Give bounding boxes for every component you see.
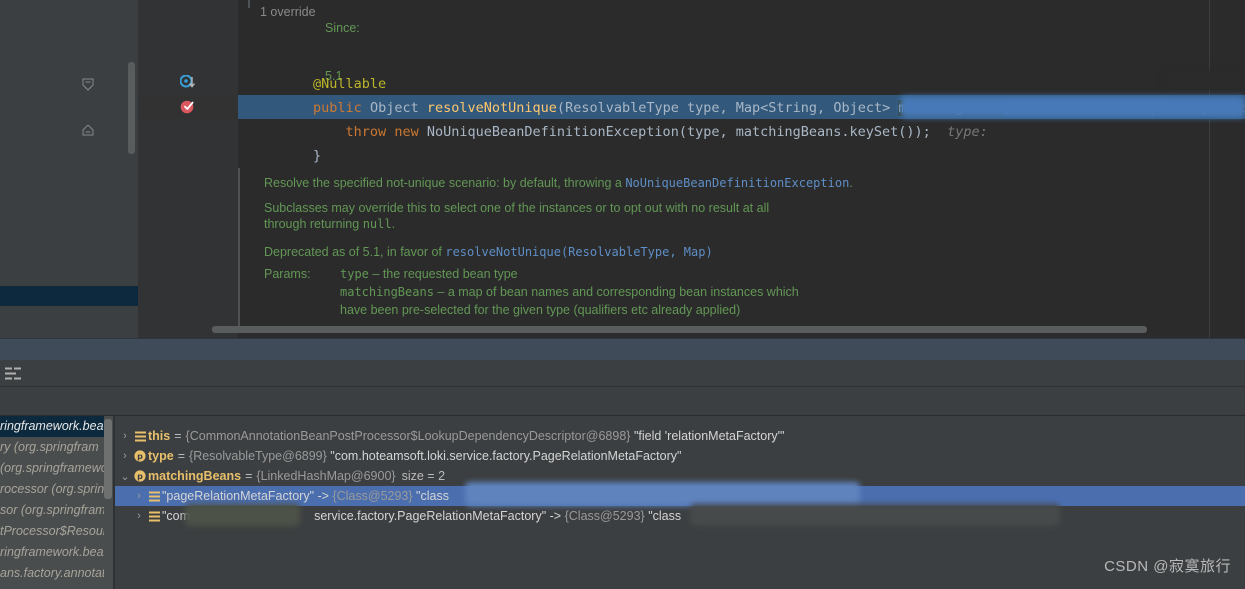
- popup-right-edge: [113, 416, 115, 589]
- class-chooser-popup[interactable]: ringframework.bea ry (org.springfram (or…: [0, 416, 115, 589]
- map-entry-icon: [146, 491, 162, 502]
- popup-scrollbar[interactable]: [104, 419, 112, 499]
- map-entry-key-suffix: service.factory.PageRelationMetaFactory": [314, 509, 546, 523]
- javadoc-p2-line1: Subclasses may override this to select o…: [264, 201, 769, 215]
- map-entry-ref: {Class@5293}: [332, 489, 412, 503]
- variable-value: "com.hoteamsoft.loki.service.factory.Pag…: [330, 449, 681, 463]
- map-entry-icon: [146, 511, 162, 522]
- tree-expander-icon[interactable]: ›: [118, 430, 132, 442]
- javadoc-deprecated-text: Deprecated as of 5.1, in favor of: [264, 245, 445, 259]
- list-item[interactable]: tProcessor$Resour: [0, 521, 104, 542]
- implementing-method-icon[interactable]: [180, 75, 198, 96]
- code-exception-args: (type, matchingBeans.keySet());: [679, 124, 931, 140]
- redaction-blur-code-219: [1163, 70, 1245, 90]
- variable-equals: =: [245, 469, 252, 483]
- redaction-blur-var-row-3: [465, 482, 860, 506]
- variable-value: "field 'relationMetaFactory'": [634, 429, 785, 443]
- parameter-icon: p: [132, 450, 148, 462]
- javadoc-p1-text: Resolve the specified not-unique scenari…: [264, 176, 625, 190]
- javadoc-deprecated-link[interactable]: resolveNotUnique(ResolvableType, Map): [445, 245, 712, 259]
- map-entry-value: "class: [648, 509, 681, 523]
- javadoc-tooltip[interactable]: Resolve the specified not-unique scenari…: [238, 168, 1163, 326]
- debugger-splitter-bar[interactable]: [0, 338, 1245, 360]
- list-item[interactable]: rocessor (org.sprin: [0, 479, 104, 500]
- map-entry-arrow: ->: [550, 509, 561, 523]
- override-gutter-label[interactable]: 1 override: [260, 0, 316, 24]
- list-item[interactable]: ringframework.bean: [0, 542, 104, 563]
- javadoc-param-0-desc: the requested bean type: [383, 267, 518, 281]
- code-keyword-throw: throw: [346, 124, 387, 140]
- editor-left-pane-selection: [0, 286, 138, 306]
- list-item[interactable]: sor (org.springfram: [0, 500, 104, 521]
- javadoc-param-1-desc-cont: have been pre-selected for the given typ…: [340, 303, 740, 317]
- code-keyword-new: new: [394, 124, 418, 140]
- ide-window: 218 219 220 221 222: [0, 0, 1245, 589]
- map-entry-ref: {Class@5293}: [565, 509, 645, 523]
- variable-name: matchingBeans: [148, 469, 241, 483]
- tree-expander-icon[interactable]: ›: [132, 510, 146, 522]
- redaction-blur-code-220: [900, 96, 1245, 118]
- javadoc-p1-link[interactable]: NoUniqueBeanDefinitionException: [625, 176, 849, 190]
- table-row[interactable]: › p type = {ResolvableType@6899} "com.ho…: [0, 446, 1245, 466]
- list-item[interactable]: ringframework.bea: [0, 416, 104, 437]
- javadoc-since-label: Since:: [325, 21, 360, 35]
- javadoc-param-1-name: matchingBeans: [340, 285, 434, 299]
- code-exception-class: NoUniqueBeanDefinitionException: [427, 124, 679, 140]
- variable-ref: {LinkedHashMap@6900}: [256, 469, 395, 483]
- editor-left-scrollbar[interactable]: [128, 62, 135, 154]
- debugger-variables-pane[interactable]: › this = {CommonAnnotationBeanPostProces…: [0, 416, 1245, 589]
- variable-size: size = 2: [402, 469, 445, 483]
- list-item[interactable]: (org.springframewo: [0, 458, 104, 479]
- map-entry-key: "pageRelationMetaFactory": [162, 489, 314, 503]
- javadoc-p2-code-null: null: [363, 217, 392, 231]
- code-brace-close: }: [313, 148, 321, 164]
- javadoc-left-rule: [248, 0, 250, 8]
- fold-marker-expanded-top-icon[interactable]: [82, 78, 93, 89]
- field-icon: [132, 431, 148, 442]
- csdn-watermark: CSDN @寂寞旅行: [1104, 555, 1231, 576]
- javadoc-param-0-name: type: [340, 267, 369, 281]
- variables-settings-icon[interactable]: [5, 367, 21, 380]
- javadoc-param-1-dash: –: [434, 285, 448, 299]
- debugger-watch-row: Evaluate expression (Enter) or add a wat…: [0, 387, 1245, 415]
- variable-equals: =: [178, 449, 185, 463]
- breakpoint-verified-icon[interactable]: [180, 99, 198, 120]
- javadoc-params-label: Params:: [264, 267, 311, 281]
- inline-hint-type-label-220: type:: [947, 124, 988, 140]
- tree-expander-icon[interactable]: ›: [132, 490, 146, 502]
- parameter-icon: p: [132, 470, 148, 482]
- redaction-blur-var-row-4-key: [185, 504, 300, 526]
- map-entry-arrow: ->: [318, 489, 329, 503]
- svg-text:p: p: [137, 452, 143, 461]
- variable-ref: {ResolvableType@6899}: [189, 449, 327, 463]
- list-item[interactable]: ry (org.springfram: [0, 437, 104, 458]
- variable-name: type: [148, 449, 174, 463]
- javadoc-p1-period: .: [849, 176, 852, 190]
- editor-gutter[interactable]: [138, 0, 238, 338]
- map-entry-value: "class: [416, 489, 449, 503]
- javadoc-p2-line2: through returning: [264, 217, 363, 231]
- javadoc-param-1-desc: a map of bean names and corresponding be…: [448, 285, 799, 299]
- tree-expander-icon[interactable]: ›: [118, 450, 132, 462]
- javadoc-param-0-dash: –: [369, 267, 383, 281]
- tree-collapser-icon[interactable]: ⌄: [118, 470, 132, 483]
- variable-equals: =: [174, 429, 181, 443]
- javadoc-p2-period: .: [392, 217, 395, 231]
- javadoc-horizontal-scrollbar[interactable]: [212, 326, 1147, 333]
- code-editor[interactable]: 218 219 220 221 222: [0, 0, 1245, 338]
- table-row[interactable]: › this = {CommonAnnotationBeanPostProces…: [0, 426, 1245, 446]
- svg-text:p: p: [137, 472, 143, 481]
- redaction-blur-var-row-4-value: [690, 504, 1060, 526]
- list-item[interactable]: ans.factory.annotat: [0, 563, 104, 584]
- variable-name: this: [148, 429, 170, 443]
- fold-marker-expanded-bottom-icon[interactable]: [82, 124, 93, 135]
- debugger-toolbar[interactable]: [0, 360, 1245, 387]
- right-margin-guide: [1209, 0, 1210, 338]
- variable-ref: {CommonAnnotationBeanPostProcessor$Looku…: [186, 429, 631, 443]
